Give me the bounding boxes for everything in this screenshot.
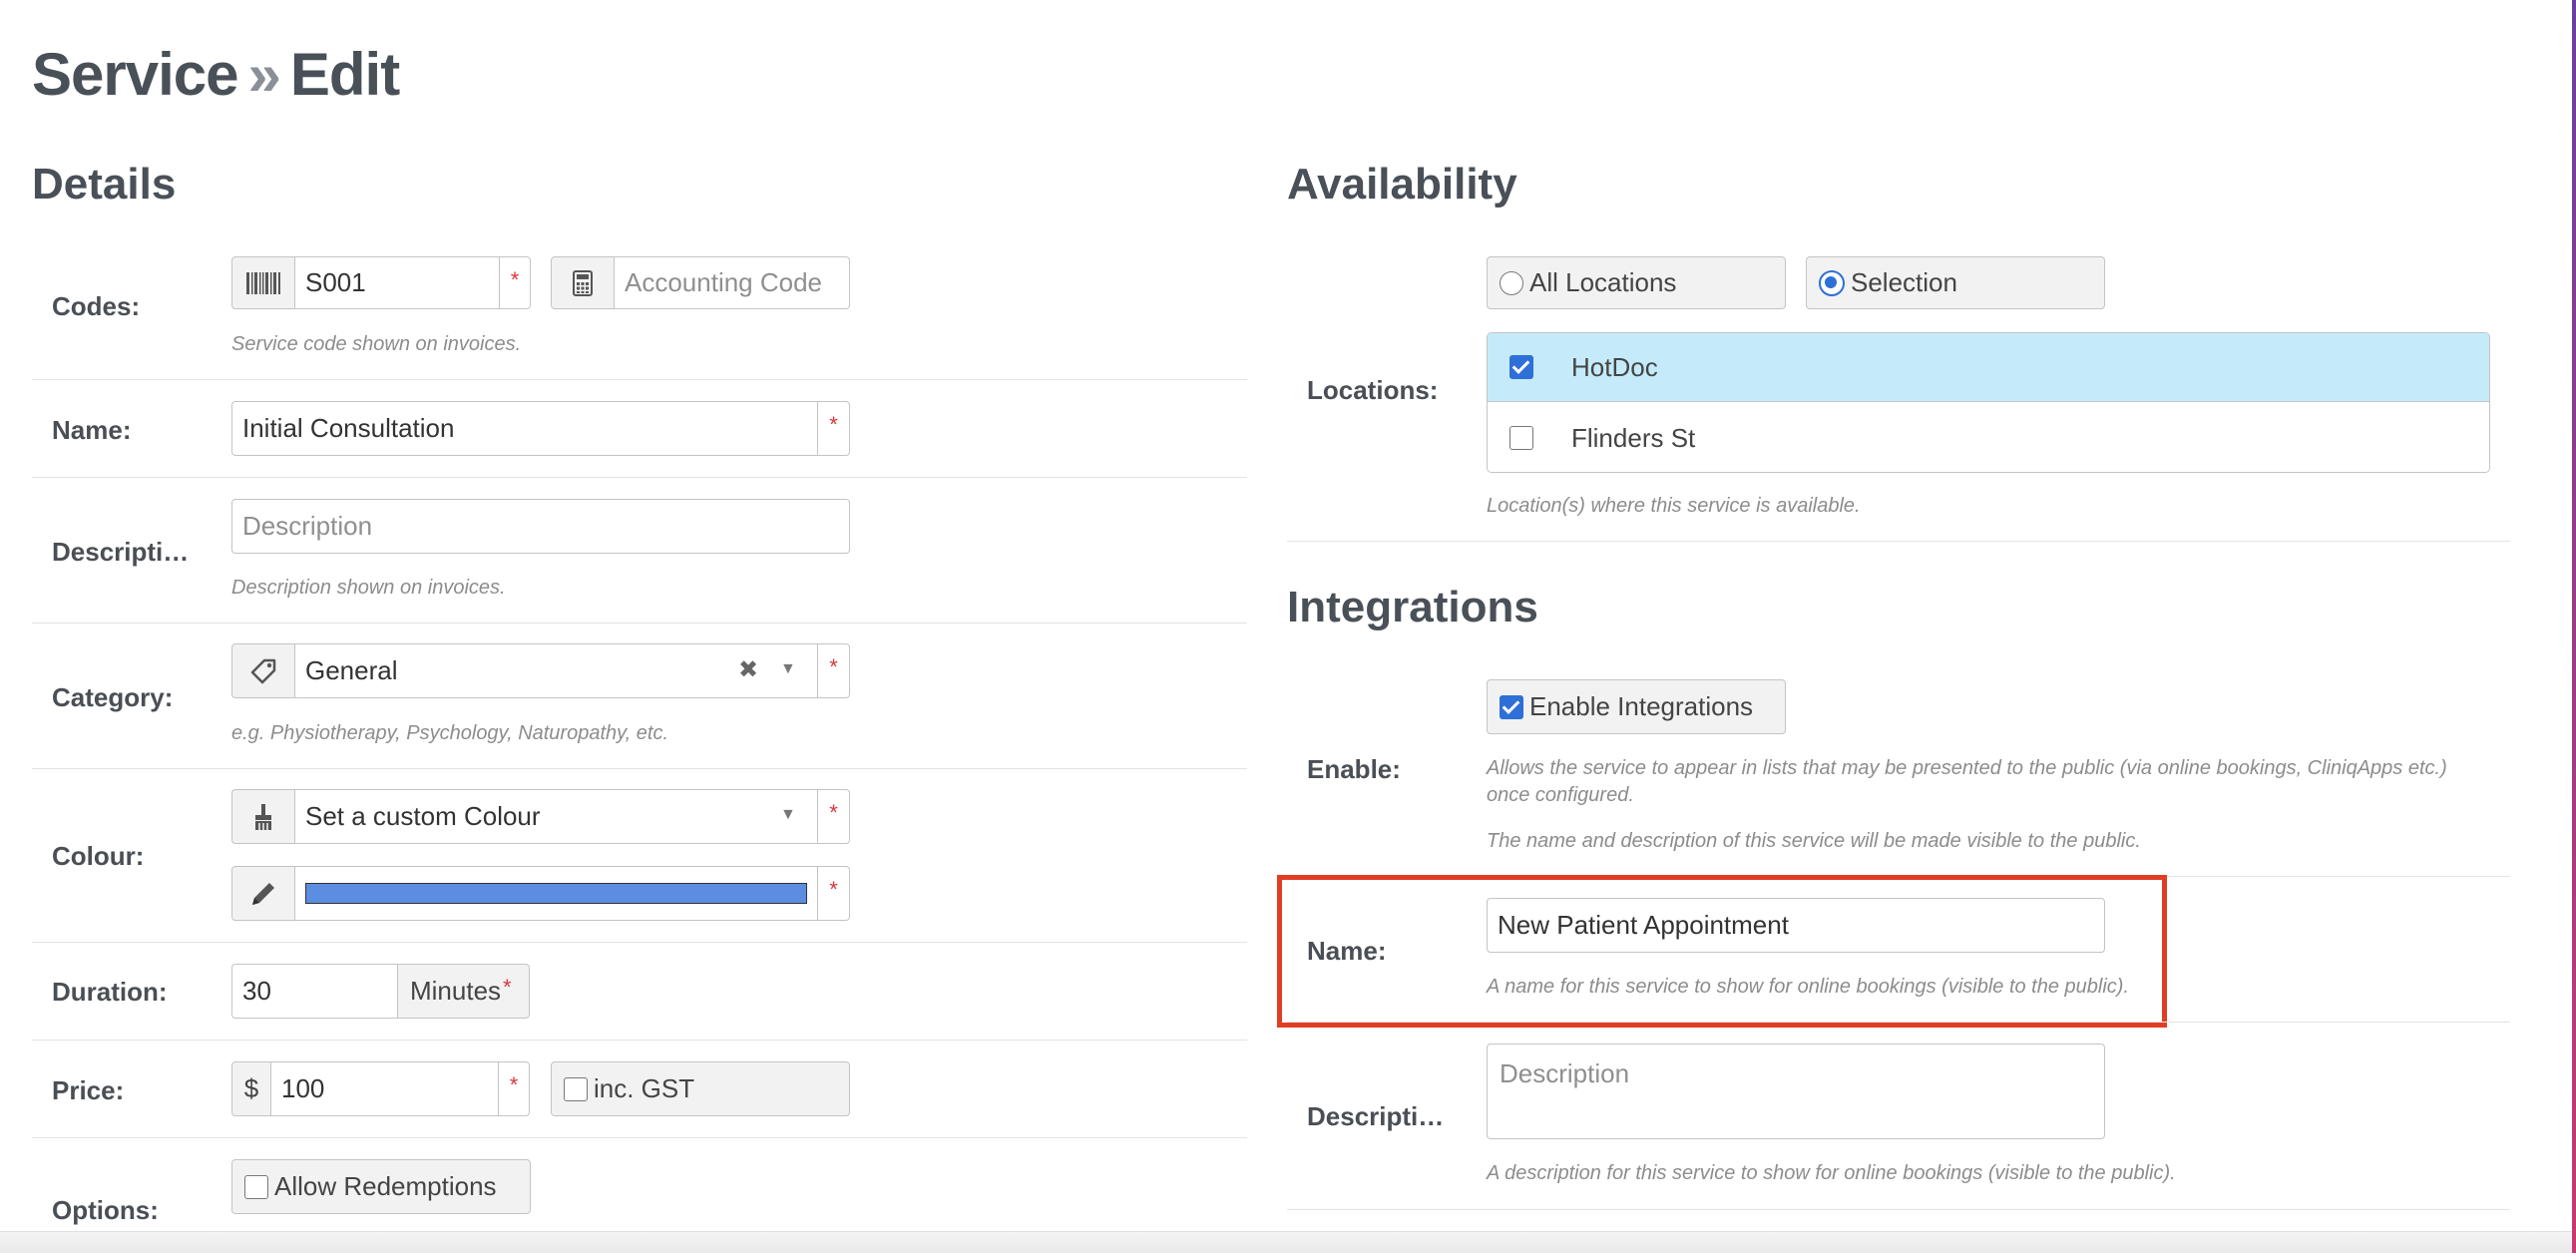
page-title: Service» Edit [32, 41, 400, 108]
all-locations-label: All Locations [1529, 267, 1677, 297]
window-right-edge [2572, 0, 2576, 1253]
price-label: Price: [52, 1075, 125, 1105]
checkbox-icon [1500, 694, 1523, 719]
divider [32, 379, 1247, 380]
divider [32, 477, 1247, 478]
radio-icon [1819, 269, 1845, 296]
integrations-heading: Integrations [1287, 583, 1538, 631]
details-heading: Details [32, 160, 177, 209]
pencil-icon [231, 866, 295, 921]
window-bottom-edge [0, 1231, 2576, 1253]
locations-list: HotDoc Flinders St [1487, 332, 2490, 473]
divider [32, 768, 1247, 769]
codes-label: Codes: [52, 291, 141, 321]
public-description-help: A description for this service to show f… [1487, 1162, 2176, 1184]
checkbox-icon [244, 1174, 268, 1199]
allow-redemptions-checkbox[interactable]: Allow Redemptions [231, 1159, 531, 1214]
barcode-icon [231, 256, 295, 309]
dollar-icon: $ [231, 1061, 271, 1116]
all-locations-radio[interactable]: All Locations [1487, 256, 1786, 309]
divider [32, 623, 1247, 624]
selection-label: Selection [1851, 267, 1957, 297]
tag-icon [231, 643, 295, 698]
divider [1287, 1022, 2510, 1023]
category-label: Category: [52, 682, 174, 712]
duration-label: Duration: [52, 977, 168, 1007]
category-value: General [305, 655, 398, 685]
accounting-code-input[interactable]: Accounting Code [614, 256, 850, 309]
colour-value: Set a custom Colour [305, 801, 541, 831]
divider [32, 942, 1247, 943]
name-input[interactable]: Initial Consultation [231, 401, 818, 456]
divider [1287, 541, 2510, 542]
colour-swatch [305, 883, 807, 904]
divider [32, 1040, 1247, 1041]
description-help: Description shown on invoices. [231, 577, 506, 599]
divider [1287, 1209, 2510, 1210]
required-marker: * [817, 866, 850, 921]
required-marker: * [817, 643, 850, 698]
enable-integrations-checkbox[interactable]: Enable Integrations [1487, 679, 1786, 734]
paint-brush-icon [231, 789, 295, 844]
checkbox-icon[interactable] [1509, 426, 1533, 450]
integration-description-label: Descripti… [1307, 1101, 1445, 1131]
colour-label: Colour: [52, 841, 145, 871]
integration-name-label: Name: [1307, 936, 1387, 966]
enable-help-public: The name and description of this service… [1487, 830, 2141, 852]
public-name-help: A name for this service to show for onli… [1487, 976, 2130, 998]
list-item[interactable]: Flinders St [1488, 403, 2489, 472]
description-input[interactable]: Description [231, 499, 850, 554]
public-description-textarea[interactable]: Description [1487, 1044, 2105, 1139]
public-name-input[interactable]: New Patient Appointment [1487, 898, 2105, 953]
required-marker: * [499, 256, 531, 309]
chevron-down-icon[interactable]: ▼ [780, 806, 796, 824]
description-label: Descripti… [52, 537, 190, 567]
allow-redemptions-label: Allow Redemptions [274, 1171, 497, 1201]
locations-help: Location(s) where this service is availa… [1487, 495, 1861, 517]
codes-help: Service code shown on invoices. [231, 333, 522, 355]
minutes-addon: Minutes * [397, 964, 530, 1019]
required-marker: * [817, 401, 850, 456]
enable-integrations-label: Enable Integrations [1529, 691, 1754, 721]
required-marker: * [817, 789, 850, 844]
price-input[interactable]: 100 [270, 1061, 499, 1116]
colour-select[interactable]: Set a custom Colour [294, 789, 818, 844]
checkbox-icon[interactable] [1509, 355, 1533, 379]
calculator-icon [551, 256, 615, 309]
inc-gst-label: inc. GST [594, 1073, 695, 1103]
required-marker: * [498, 1061, 530, 1116]
selection-radio[interactable]: Selection [1806, 256, 2105, 309]
enable-label: Enable: [1307, 754, 1401, 784]
clear-icon[interactable]: ✖ [738, 655, 758, 684]
locations-label: Locations: [1307, 375, 1439, 405]
service-code-input[interactable]: S001 [294, 256, 500, 309]
availability-heading: Availability [1287, 160, 1517, 209]
options-label: Options: [52, 1195, 159, 1225]
inc-gst-checkbox[interactable]: inc. GST [551, 1061, 850, 1116]
location-name: Flinders St [1571, 422, 1696, 453]
radio-icon [1500, 270, 1523, 295]
checkbox-icon [564, 1076, 588, 1101]
enable-help: Allows the service to appear in lists th… [1487, 757, 2447, 806]
name-label: Name: [52, 415, 132, 445]
category-help: e.g. Physiotherapy, Psychology, Naturopa… [231, 722, 669, 744]
divider [32, 1137, 1247, 1138]
chevron-down-icon[interactable]: ▼ [780, 660, 796, 678]
colour-swatch-field[interactable] [294, 866, 818, 921]
list-item[interactable]: HotDoc [1488, 333, 2489, 402]
duration-input[interactable]: 30 [231, 964, 398, 1019]
location-name: HotDoc [1571, 351, 1658, 382]
